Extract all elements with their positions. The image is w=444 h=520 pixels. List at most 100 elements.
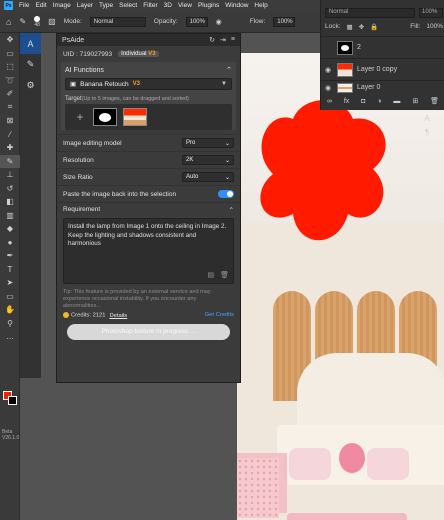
details-link[interactable]: Details: [109, 313, 127, 319]
settings-gear-icon[interactable]: ⚙: [20, 75, 41, 96]
document-canvas[interactable]: [237, 53, 444, 520]
mode-select[interactable]: Normal: [89, 16, 146, 27]
ai-functions-section: AI Functions ⌃ ▣ Banana Retouch V3 ▼ Tar…: [61, 62, 236, 130]
menu-select[interactable]: Select: [119, 2, 137, 9]
new-layer-icon[interactable]: ⊞: [412, 97, 418, 105]
healing-tool-icon[interactable]: ✚: [0, 141, 20, 155]
crop-tool-icon[interactable]: ⌗: [0, 101, 20, 115]
opacity-field[interactable]: 100%: [185, 16, 208, 27]
background-color-swatch[interactable]: [8, 396, 17, 405]
trash-icon[interactable]: 🗑: [430, 97, 439, 105]
requirement-header[interactable]: Requirement ⌃: [57, 202, 240, 216]
target-images[interactable]: +: [65, 104, 232, 130]
brush-size-value: 48: [34, 21, 40, 28]
target-image-2[interactable]: [123, 108, 147, 126]
brush-icon[interactable]: ✎: [19, 17, 26, 26]
blend-mode-select[interactable]: Normal: [325, 8, 415, 18]
fill-value[interactable]: 100%: [426, 23, 443, 31]
ai-functions-header[interactable]: AI Functions ⌃: [61, 62, 236, 78]
move-tool-icon[interactable]: ✥: [0, 33, 20, 47]
flow-field[interactable]: 100%: [273, 16, 296, 27]
shape-tool-icon[interactable]: ▭: [0, 290, 20, 304]
brush-settings-icon[interactable]: ▨: [48, 17, 56, 26]
uid-text: UID : 719027993: [63, 50, 113, 58]
prompt-library-icon[interactable]: ▤: [207, 272, 214, 281]
requirement-textarea[interactable]: Install the lamp from Image 1 onto the c…: [63, 218, 234, 284]
hand-tool-icon[interactable]: ✋: [0, 303, 20, 317]
menu-layer[interactable]: Layer: [77, 2, 93, 9]
menu-filter[interactable]: Filter: [143, 2, 157, 9]
layer-opacity-field[interactable]: 100%: [419, 8, 443, 18]
lock-position-icon[interactable]: ✥: [359, 23, 364, 31]
resolution-select[interactable]: 2K ⌄: [182, 155, 234, 165]
tip-text: Tip: This feature is provided by an exte…: [63, 289, 211, 310]
artboard-tool-icon[interactable]: ▭: [0, 47, 20, 61]
paragraph-icon[interactable]: ¶: [421, 128, 433, 142]
layer-row[interactable]: ◉ Layer 0: [321, 80, 444, 94]
chevron-up-icon[interactable]: ⌃: [229, 206, 234, 214]
history-brush-tool-icon[interactable]: ↺: [0, 182, 20, 196]
layer-row[interactable]: ◉ Layer 0 copy: [321, 58, 444, 80]
get-credits-link[interactable]: Get Credits: [205, 312, 234, 318]
eraser-tool-icon[interactable]: ◧: [0, 195, 20, 209]
frame-tool-icon[interactable]: ⊠: [0, 114, 20, 128]
marquee-tool-icon[interactable]: ⬚: [0, 60, 20, 74]
gradient-tool-icon[interactable]: ▥: [0, 209, 20, 223]
menu-plugins[interactable]: Plugins: [198, 2, 219, 9]
size-ratio-select[interactable]: Auto ⌄: [182, 172, 234, 182]
chevron-up-icon[interactable]: ⌃: [226, 66, 232, 74]
lock-all-icon[interactable]: 🔒: [370, 23, 378, 31]
character-icon[interactable]: A: [421, 114, 433, 128]
menu-file[interactable]: File: [19, 2, 29, 9]
pegboard: [237, 458, 279, 518]
add-image-icon[interactable]: +: [73, 110, 87, 124]
type-tool-icon[interactable]: T: [0, 263, 20, 277]
home-icon[interactable]: ⌂: [6, 17, 11, 27]
pressure-opacity-icon[interactable]: ◉: [216, 18, 222, 26]
dodge-tool-icon[interactable]: ●: [0, 236, 20, 250]
ai-function-select[interactable]: ▣ Banana Retouch V3 ▼: [65, 78, 232, 90]
lasso-tool-icon[interactable]: ➰: [0, 74, 20, 88]
menu-icon[interactable]: ≡: [231, 36, 235, 44]
clear-trash-icon[interactable]: 🗑: [220, 272, 229, 281]
path-select-tool-icon[interactable]: ➤: [0, 276, 20, 290]
zoom-tool-icon[interactable]: ⚲: [0, 317, 20, 331]
lock-pixels-icon[interactable]: ▦: [347, 23, 353, 31]
brush-tool-icon[interactable]: ✎: [0, 154, 20, 168]
menu-3d[interactable]: 3D: [164, 2, 172, 9]
target-image-1[interactable]: [93, 108, 117, 126]
image-model-select[interactable]: Pro ⌄: [182, 138, 234, 148]
layer-row[interactable]: 2: [321, 36, 444, 58]
eyedropper-tool-icon[interactable]: ⁄: [0, 128, 20, 142]
menu-view[interactable]: View: [178, 2, 192, 9]
brush-preset-picker[interactable]: 48: [34, 15, 41, 28]
mask-icon[interactable]: ◘: [361, 98, 365, 105]
adjustment-icon[interactable]: ◑: [377, 98, 381, 105]
more-tools-icon[interactable]: …: [0, 330, 20, 344]
stamp-tool-icon[interactable]: ⊥: [0, 168, 20, 182]
pen-tool-icon[interactable]: ✒: [0, 249, 20, 263]
login-icon[interactable]: ⇥: [220, 36, 226, 44]
edit-icon[interactable]: ✎: [20, 54, 41, 75]
quick-select-tool-icon[interactable]: ✐: [0, 87, 20, 101]
folder-icon[interactable]: ▬: [393, 98, 400, 105]
progress-button[interactable]: Photoshop texture in progress ...: [67, 323, 230, 340]
eye-icon[interactable]: ◉: [325, 84, 333, 92]
progress-label: Photoshop texture in progress ...: [101, 328, 196, 336]
paste-back-toggle[interactable]: [218, 190, 234, 198]
menu-type[interactable]: Type: [99, 2, 113, 9]
credits-label: Credits: 2121: [71, 312, 106, 319]
lock-row: Lock: ▦ ✥ 🔒 Fill: 100%: [325, 23, 443, 31]
menu-image[interactable]: Image: [53, 2, 71, 9]
eye-icon[interactable]: ◉: [325, 66, 333, 74]
menu-help[interactable]: Help: [254, 2, 267, 9]
menu-window[interactable]: Window: [225, 2, 248, 9]
blur-tool-icon[interactable]: ◆: [0, 222, 20, 236]
menu-edit[interactable]: Edit: [35, 2, 46, 9]
psaide-plugin-icon[interactable]: A: [20, 33, 41, 54]
link-icon[interactable]: ∞: [327, 98, 332, 105]
headboard: [297, 353, 444, 433]
refresh-icon[interactable]: ↻: [209, 36, 215, 44]
fx-icon[interactable]: fx: [344, 98, 349, 105]
credits-row: Credits: 2121 Details Get Credits: [57, 310, 240, 321]
